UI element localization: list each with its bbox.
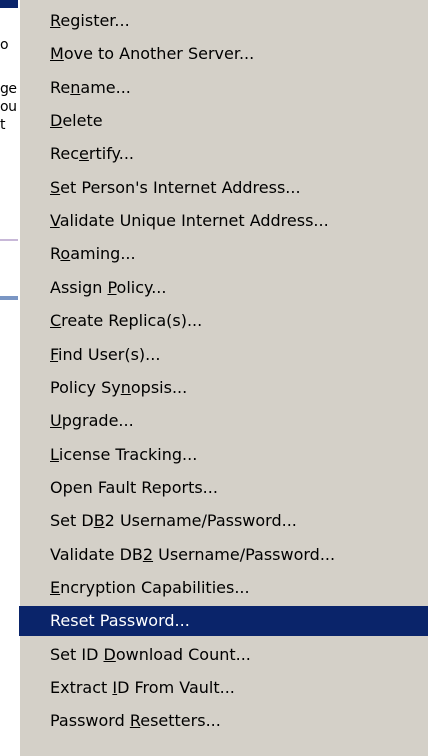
menu-item[interactable]: Delete <box>19 106 428 136</box>
menu-item[interactable]: Reset Password... <box>19 606 428 636</box>
menu-item[interactable]: Assign Policy... <box>19 273 428 303</box>
menu-item[interactable]: Validate Unique Internet Address... <box>19 206 428 236</box>
menu-item[interactable]: Open Fault Reports... <box>19 473 428 503</box>
menu-item[interactable]: License Tracking... <box>19 440 428 470</box>
menu-item[interactable]: Find User(s)... <box>19 340 428 370</box>
menu-item[interactable]: Validate DB2 Username/Password... <box>19 540 428 570</box>
menu-item[interactable]: Policy Synopsis... <box>19 373 428 403</box>
menu-item[interactable]: Roaming... <box>19 239 428 269</box>
menu-item[interactable]: Register... <box>19 6 428 36</box>
menu-item[interactable]: Set ID Download Count... <box>19 640 428 670</box>
menu-item[interactable]: Set Person's Internet Address... <box>19 173 428 203</box>
menu-item[interactable]: Encryption Capabilities... <box>19 573 428 603</box>
menu-item[interactable]: Move to Another Server... <box>19 39 428 69</box>
people-context-menu: Register... Move to Another Server... Rena… <box>18 0 428 756</box>
menu-item[interactable]: Extract ID From Vault... <box>19 673 428 703</box>
menu-item[interactable]: Password Resetters... <box>19 706 428 736</box>
menu-item[interactable]: Create Replica(s)... <box>19 306 428 336</box>
menu-item[interactable]: Rename... <box>19 73 428 103</box>
menu-item[interactable]: Recertify... <box>19 139 428 169</box>
menu-item[interactable]: Set DB2 Username/Password... <box>19 506 428 536</box>
menu-item[interactable]: Upgrade... <box>19 406 428 436</box>
